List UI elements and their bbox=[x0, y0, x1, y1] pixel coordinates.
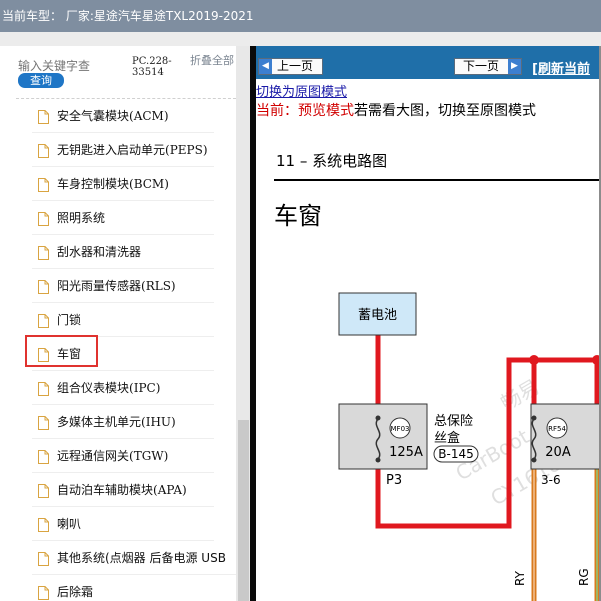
tree-item[interactable]: 后除霜 bbox=[32, 575, 214, 601]
tree-item-label: 阳光雨量传感器(RLS) bbox=[57, 279, 176, 293]
page-title: 车窗 bbox=[274, 202, 322, 230]
tree-item-label: 多媒体主机单元(IHU) bbox=[57, 415, 176, 429]
main-fuse-label-2: 丝盒 bbox=[434, 430, 460, 446]
tree-item-label: 安全气囊模块(ACM) bbox=[57, 109, 169, 123]
tree-item[interactable]: 刮水器和清洗器 bbox=[32, 235, 214, 269]
tree-item-label: 喇叭 bbox=[57, 517, 82, 531]
tree-item-label: 远程通信网关(TGW) bbox=[57, 449, 169, 463]
toolbar-strip bbox=[0, 32, 601, 46]
main-fuse-connector: B-145 bbox=[438, 447, 473, 461]
tree-item[interactable]: 阳光雨量传感器(RLS) bbox=[32, 269, 214, 303]
collapse-all-link[interactable]: 折叠全部 bbox=[190, 55, 234, 67]
document-icon bbox=[38, 211, 49, 226]
document-icon bbox=[38, 551, 49, 566]
main-fuse-label-1: 总保险 bbox=[434, 414, 473, 429]
tree-item[interactable]: 远程通信网关(TGW) bbox=[32, 439, 214, 473]
tree-item[interactable]: 照明系统 bbox=[32, 201, 214, 235]
tree-item[interactable]: 其他系统(点烟器 后备电源 USB bbox=[32, 541, 236, 575]
mode-current-label: 当前： bbox=[256, 103, 298, 119]
main-fuse-amp: 125A bbox=[389, 445, 423, 460]
navigation-bar: ◀ 上一页 下一页 ▶ [刷新当前 bbox=[256, 46, 601, 79]
tree-item-label: 门锁 bbox=[57, 313, 82, 327]
window-title: 当前车型： 厂家:星途汽车星途TXL2019-2021 bbox=[2, 9, 254, 23]
document-icon bbox=[38, 381, 49, 396]
document-icon bbox=[38, 177, 49, 192]
document-icon bbox=[38, 449, 49, 464]
mode-hint: 若需看大图，切换至原图模式 bbox=[354, 103, 536, 119]
main-fuse-code: MF03 bbox=[391, 425, 410, 433]
tree-item-label: 车身控制模块(BCM) bbox=[57, 177, 169, 191]
search-input[interactable] bbox=[18, 58, 126, 74]
next-page-button[interactable]: 下一页 ▶ bbox=[454, 58, 522, 75]
tree-item-label: 组合仪表模块(IPC) bbox=[57, 381, 161, 395]
tree-item-label: 无钥匙进入启动单元(PEPS) bbox=[57, 143, 208, 157]
tree-item[interactable]: 门锁 bbox=[32, 303, 214, 337]
pc-code: PC.228-33514 bbox=[132, 56, 172, 78]
section-rule bbox=[274, 179, 601, 181]
section-title: 11 – 系统电路图 bbox=[276, 152, 388, 170]
wire-label-rg: RG bbox=[577, 568, 591, 586]
arrow-right-icon: ▶ bbox=[508, 59, 521, 74]
tree-item-label: 后除霜 bbox=[57, 585, 94, 599]
document-icon bbox=[38, 279, 49, 294]
next-page-label: 下一页 bbox=[463, 59, 500, 73]
tree-item-label: 刮水器和清洗器 bbox=[57, 245, 142, 259]
mode-name: 预览模式 bbox=[298, 103, 354, 119]
arrow-left-icon: ◀ bbox=[259, 59, 272, 74]
tree-item[interactable]: 组合仪表模块(IPC) bbox=[32, 371, 214, 405]
document-icon bbox=[38, 517, 49, 532]
tree-item-label: 车窗 bbox=[57, 347, 82, 361]
document-icon bbox=[38, 415, 49, 430]
circuit-diagram: 畅易 CarBoot CY1618 蓄电池 MF03 125A 总保险 丝盒 B… bbox=[338, 292, 601, 601]
tree-item[interactable]: 喇叭 bbox=[32, 507, 214, 541]
mode-status: 当前：预览模式若需看大图，切换至原图模式 bbox=[256, 100, 536, 120]
tree-item[interactable]: 自动泊车辅助模块(APA) bbox=[32, 473, 214, 507]
tree-item[interactable]: 车身控制模块(BCM) bbox=[32, 167, 214, 201]
refresh-link[interactable]: [刷新当前 bbox=[532, 58, 590, 77]
document-icon bbox=[38, 313, 49, 328]
main-fuse-pin: P3 bbox=[386, 473, 402, 488]
document-icon bbox=[38, 585, 49, 600]
left-panel: 查询 PC.228-33514 折叠全部 安全气囊模块(ACM) 无钥匙进入启动单… bbox=[0, 46, 252, 601]
tree-item-label: 其他系统(点烟器 后备电源 USB bbox=[57, 551, 226, 565]
wire-label-ry: RY bbox=[513, 570, 527, 586]
tree-item-label: 照明系统 bbox=[57, 211, 106, 225]
switch-original-mode-link[interactable]: 切换为原图模式 bbox=[256, 81, 347, 100]
tree-item[interactable]: 安全气囊模块(ACM) bbox=[32, 99, 214, 133]
document-icon bbox=[38, 347, 49, 362]
scrollbar-thumb[interactable] bbox=[238, 420, 249, 601]
fuse-2-amp: 20A bbox=[545, 445, 571, 460]
document-icon bbox=[38, 143, 49, 158]
tree-item[interactable]: 车窗 bbox=[32, 337, 214, 371]
fuse-2-pin: 3-6 bbox=[541, 473, 561, 487]
fuse-2-code: RF54 bbox=[548, 425, 566, 433]
junction-dot bbox=[529, 355, 539, 365]
document-tree: 安全气囊模块(ACM) 无钥匙进入启动单元(PEPS) 车身控制模块(BCM) 照明系… bbox=[0, 99, 236, 601]
prev-page-button[interactable]: ◀ 上一页 bbox=[258, 58, 323, 75]
search-button[interactable]: 查询 bbox=[18, 73, 64, 88]
document-icon bbox=[38, 245, 49, 260]
window-title-bar: 当前车型： 厂家:星途汽车星途TXL2019-2021 bbox=[0, 0, 601, 32]
tree-item[interactable]: 多媒体主机单元(IHU) bbox=[32, 405, 214, 439]
battery-label: 蓄电池 bbox=[358, 308, 397, 323]
tree-item-label: 自动泊车辅助模块(APA) bbox=[57, 483, 187, 497]
prev-page-label: 上一页 bbox=[277, 59, 314, 73]
tree-item[interactable]: 无钥匙进入启动单元(PEPS) bbox=[32, 133, 214, 167]
document-icon bbox=[38, 483, 49, 498]
right-panel: ◀ 上一页 下一页 ▶ [刷新当前 切换为原图模式 当前：预览模式若需看大图，切… bbox=[256, 46, 601, 601]
document-icon bbox=[38, 109, 49, 124]
